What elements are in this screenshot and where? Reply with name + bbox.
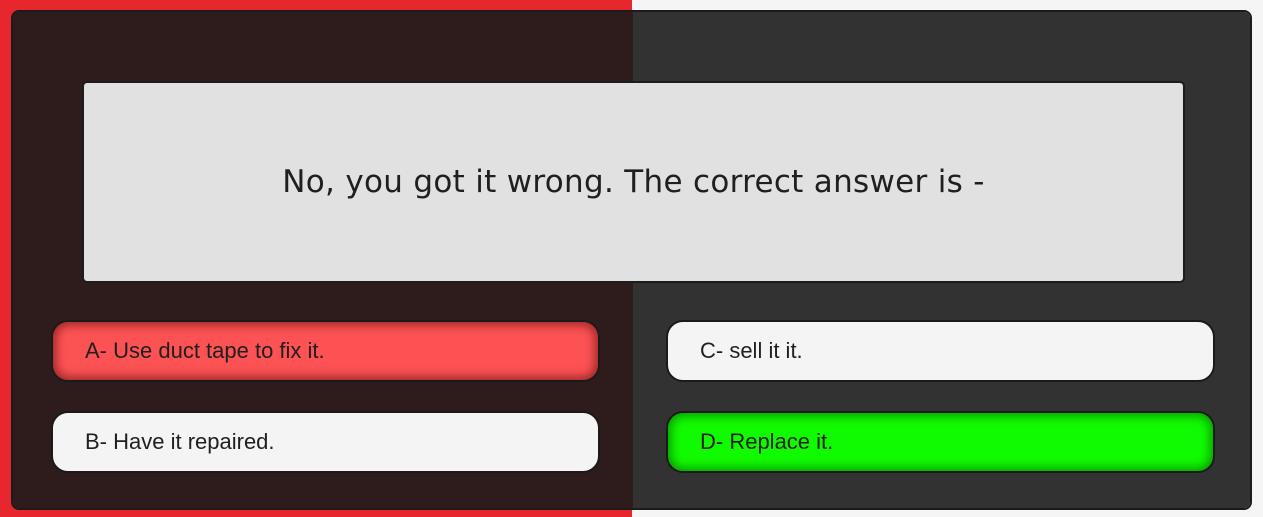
answer-button-a[interactable]: A- Use duct tape to fix it. [51,320,600,382]
answer-button-c[interactable]: C- sell it it. [666,320,1215,382]
question-text: No, you got it wrong. The correct answer… [282,164,985,200]
answer-button-d[interactable]: D- Replace it. [666,411,1215,473]
answer-button-b[interactable]: B- Have it repaired. [51,411,600,473]
quiz-panel: No, you got it wrong. The correct answer… [11,10,1252,510]
answer-label-d: D- Replace it. [700,429,834,454]
answer-label-c: C- sell it it. [700,338,803,363]
answer-label-b: B- Have it repaired. [85,429,275,454]
question-box: No, you got it wrong. The correct answer… [82,81,1185,283]
answer-label-a: A- Use duct tape to fix it. [85,338,325,363]
